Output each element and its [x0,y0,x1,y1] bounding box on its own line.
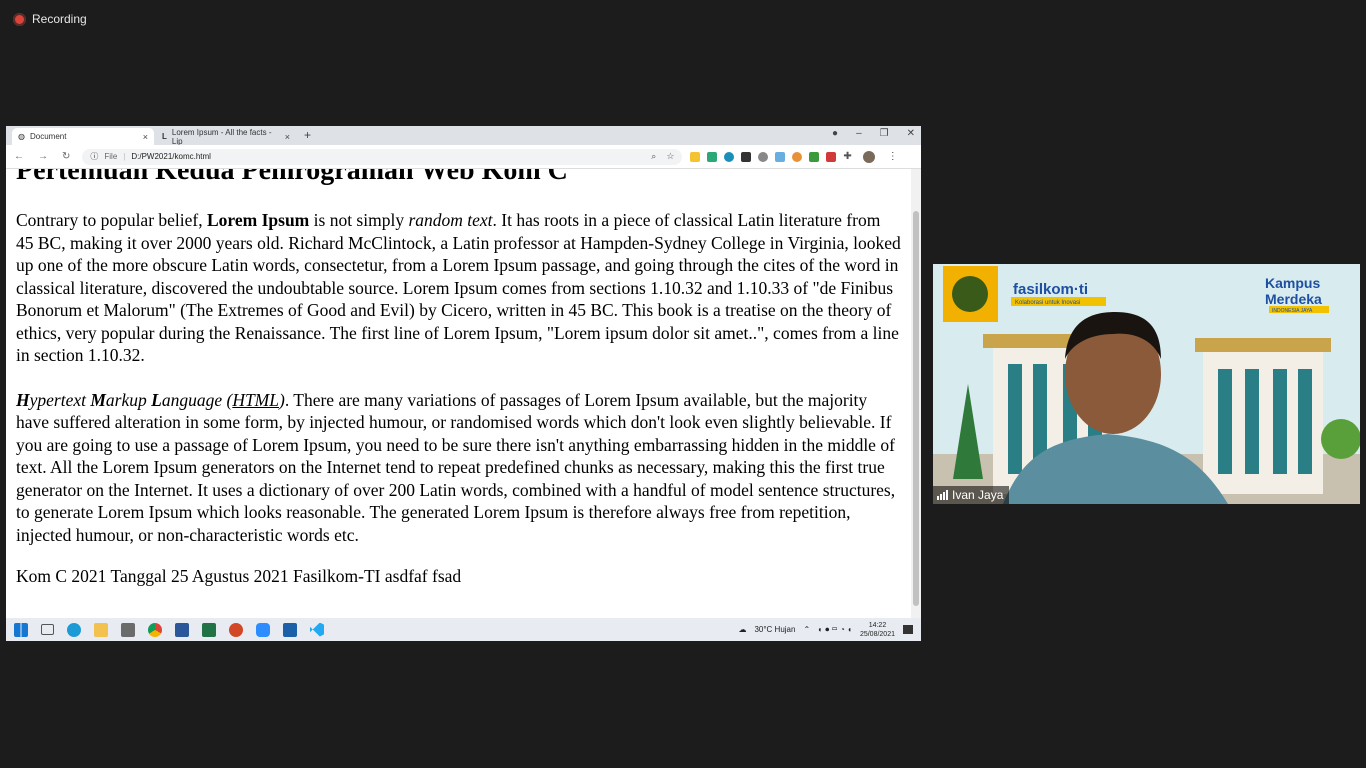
document-body: Pertemuan Kedua Pemrograman Web Kom C Co… [16,169,901,588]
back-icon[interactable]: ← [14,151,24,162]
close-tab-icon[interactable]: × [143,132,148,142]
text: . There are many variations of passages … [16,389,896,545]
excel-icon[interactable] [202,622,216,637]
task-view-icon[interactable] [41,624,54,635]
extensions: ✚ ⋮ [690,150,898,163]
extension-icon[interactable] [758,151,769,162]
extension-icon[interactable] [809,151,820,162]
extension-icon[interactable] [741,151,752,162]
edge-icon[interactable] [67,622,81,637]
bold-text: Lorem Ipsum [207,210,310,230]
browser-tabbar: ◍ Document × L Lorem Ipsum - All the fac… [6,126,921,146]
forward-icon[interactable]: → [38,151,48,162]
address-bar-row: ← → ↻ ⓘ File | D:/PW2021/komc.html ⌕ ☆ ✚ [6,145,921,169]
text: is not simply [309,210,409,230]
extension-icon[interactable] [826,151,837,162]
close-window-icon[interactable]: ✕ [907,128,915,139]
powerpoint-icon[interactable] [229,622,243,637]
tab-title: Lorem Ipsum - All the facts - Lip [171,127,272,146]
video-frame: fasilkom·ti Kolaborasi untuk Inovasi Kam… [933,264,1360,504]
footer-text: Kom C 2021 Tanggal 25 Agustus 2021 Fasil… [16,566,462,586]
shared-screen: ◍ Document × L Lorem Ipsum - All the fac… [6,126,921,641]
zoom-icon[interactable]: ⌕ [651,151,656,162]
paragraph-1: Contrary to popular belief, Lorem Ipsum … [16,209,901,367]
weather-icon: ☁ [738,625,747,634]
window-controls: ● – ❐ ✕ [832,128,915,139]
omnibox[interactable]: ⓘ File | D:/PW2021/komc.html ⌕ ☆ [82,148,683,165]
tab-lorem-ipsum[interactable]: L Lorem Ipsum - All the facts - Lip × [156,127,296,146]
globe-icon: ◍ [18,132,25,141]
weather-text[interactable]: 30°C Hujan [754,625,795,634]
windows-taskbar: ☁ 30°C Hujan ⌃ ◐ ⏺ ▭ ◔ ◖ 14:22 25/08/202… [6,618,921,641]
recording-label: Recording [32,12,87,26]
chrome-icon[interactable] [148,622,162,637]
reload-icon[interactable]: ↻ [62,151,70,162]
avatar[interactable] [862,150,875,163]
scheme-label: File [104,152,118,161]
restore-icon[interactable]: ❐ [880,128,889,139]
bold-italic-letter: L [151,389,162,410]
clock[interactable]: 14:22 25/08/2021 [860,621,895,639]
chevron-up-icon[interactable]: ⌃ [803,625,810,634]
italic-text: random text [408,210,493,230]
italic-text: ypertext [29,389,91,410]
info-icon[interactable]: ⓘ [90,151,98,162]
tray-icons[interactable]: ◐ ⏺ ▭ ◔ ◖ [818,625,852,635]
minimize-icon[interactable]: – [856,128,862,139]
text: Contrary to popular belief, [16,210,207,230]
bold-italic-letter: H [16,389,30,410]
extension-icon[interactable] [724,151,735,162]
lipsum-favicon-icon: L [162,132,167,141]
time: 14:22 [868,621,887,629]
system-tray: ☁ 30°C Hujan ⌃ ◐ ⏺ ▭ ◔ ◖ 14:22 25/08/202… [738,621,913,639]
fasilkom-logo: fasilkom·ti [1013,281,1088,298]
italic-text: arkup [105,389,152,410]
extension-icon[interactable] [690,151,701,162]
recording-indicator: Recording [13,12,87,26]
text: . It has roots in a piece of classical L… [16,210,901,365]
svg-text:Merdeka: Merdeka [1265,291,1322,307]
file-explorer-icon[interactable] [94,622,108,637]
extension-icon[interactable] [775,151,786,162]
notification-icon[interactable] [903,625,913,634]
bold-italic-letter: M [90,389,106,410]
abbreviation[interactable]: HTML [232,390,279,410]
italic-text: anguage ( [161,389,233,410]
record-icon [13,12,26,26]
participant-name-tag: Ivan Jaya [933,486,1010,504]
page-title: Pertemuan Kedua Pemrograman Web Kom C [16,169,568,186]
tab-title: Document [29,132,67,141]
participant-name: Ivan Jaya [952,488,1004,502]
participant-video[interactable]: fasilkom·ti Kolaborasi untuk Inovasi Kam… [933,264,1360,504]
word-icon[interactable] [175,622,189,637]
extension-icon[interactable] [792,151,803,162]
tab-search-icon[interactable]: ● [832,128,838,139]
bookmark-star-icon[interactable]: ☆ [666,151,674,162]
vscode-icon[interactable] [310,622,324,637]
puzzle-icon[interactable]: ✚ [843,151,851,162]
date: 25/08/2021 [859,630,895,638]
tree-right [1321,419,1360,459]
separator: | [123,152,126,161]
new-tab-button[interactable]: + [304,128,311,142]
tab-document[interactable]: ◍ Document × [12,128,154,145]
paragraph-2: Hypertext Markup Language (HTML). There … [16,389,901,547]
kampus-merdeka-logo: Kampus [1265,275,1320,291]
windows-start-icon[interactable] [14,622,28,637]
extension-icon[interactable] [707,151,718,162]
close-tab-icon[interactable]: × [285,132,290,142]
page-viewport: Pertemuan Kedua Pemrograman Web Kom C Co… [6,169,911,618]
svg-text:Kolaborasi untuk Inovasi: Kolaborasi untuk Inovasi [1015,300,1080,306]
photos-icon[interactable] [283,622,297,637]
scrollbar[interactable] [911,169,921,618]
signal-icon [937,490,948,500]
camera-icon[interactable] [121,622,135,637]
scrollbar-thumb[interactable] [913,211,919,606]
zoom-app-icon[interactable] [256,622,270,637]
svg-text:INDONESIA JAYA: INDONESIA JAYA [1272,308,1313,314]
url-text[interactable]: D:/PW2021/komc.html [131,152,211,161]
menu-icon[interactable]: ⋮ [888,151,898,162]
